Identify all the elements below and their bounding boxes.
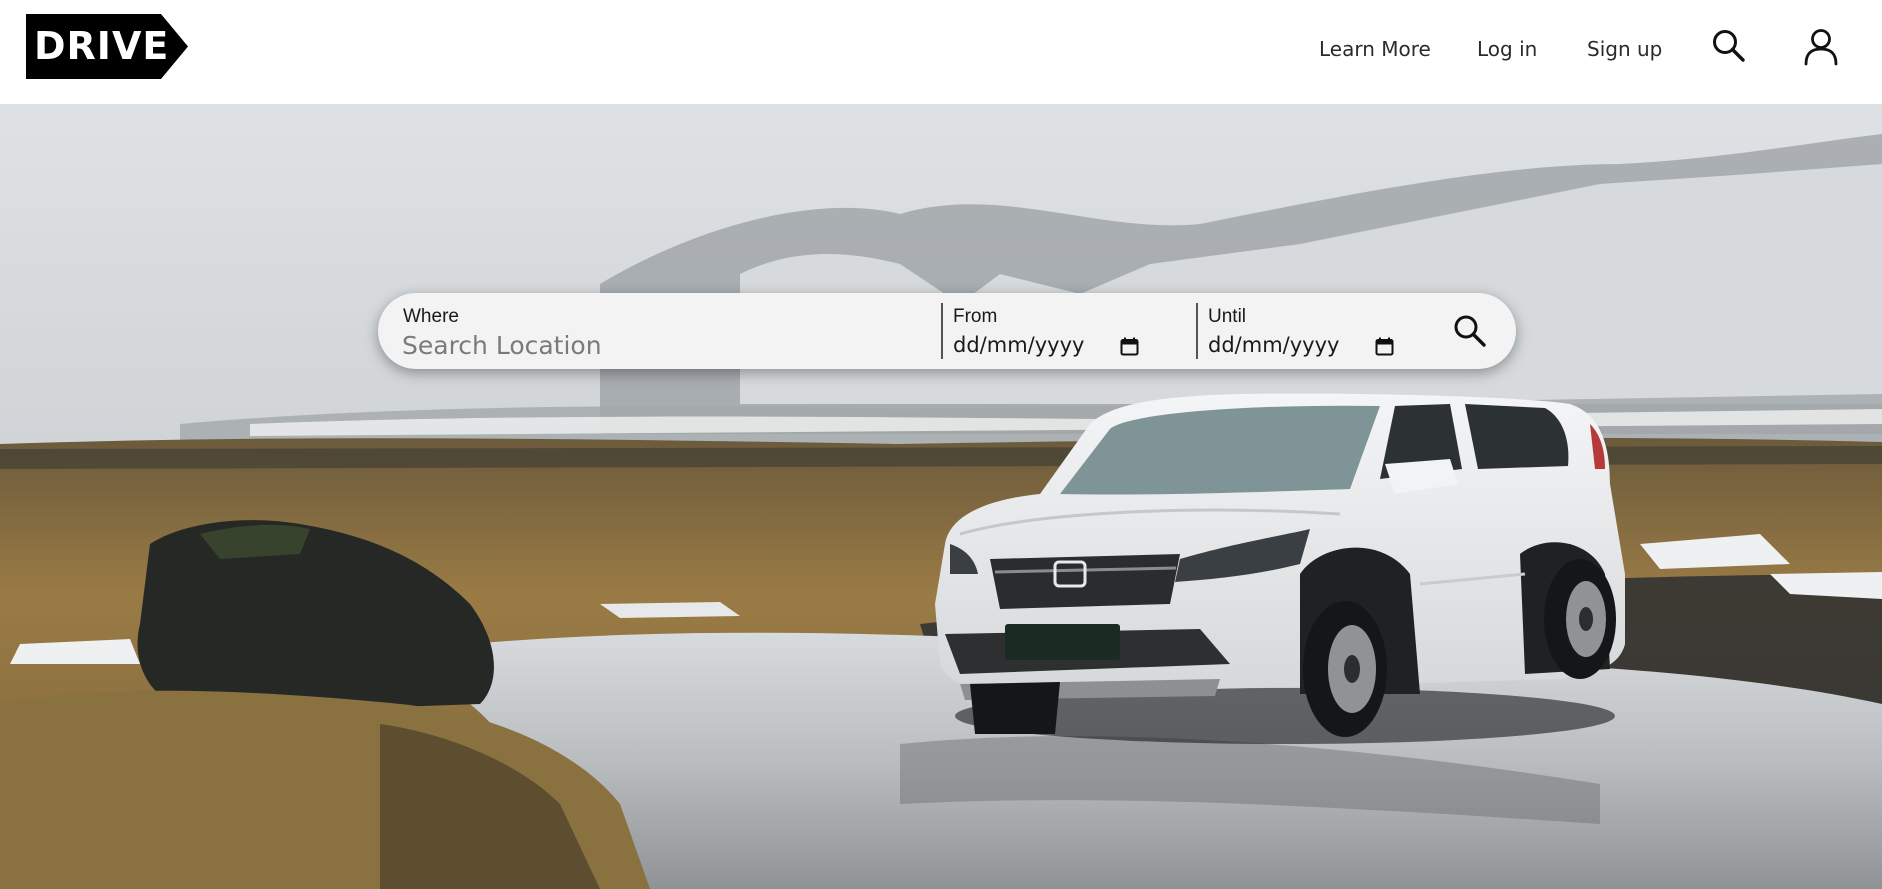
nav-log-in-link[interactable]: Log in: [1477, 34, 1537, 64]
search-bar: Where From dd/mm/yyyy Until dd/mm/yyyy: [378, 293, 1516, 369]
divider: [1196, 303, 1198, 359]
user-icon[interactable]: [1803, 28, 1839, 66]
divider: [941, 303, 943, 359]
location-input[interactable]: [402, 329, 932, 361]
nav-learn-more-link[interactable]: Learn More: [1319, 34, 1431, 64]
search-icon[interactable]: [1711, 28, 1747, 64]
from-label: From: [953, 306, 998, 327]
hero-scene: [0, 104, 1882, 889]
until-date-input[interactable]: dd/mm/yyyy: [1208, 330, 1339, 360]
search-submit-icon[interactable]: [1452, 313, 1488, 349]
hero-image: Where From dd/mm/yyyy Until dd/mm/yyyy: [0, 104, 1882, 889]
where-label: Where: [403, 306, 459, 327]
logo-text: DRIVE: [34, 24, 170, 68]
nav-sign-up-link[interactable]: Sign up: [1587, 34, 1662, 64]
drive-logo[interactable]: DRIVE: [26, 14, 188, 79]
site-header: DRIVE Learn More Log in Sign up: [0, 0, 1882, 104]
calendar-icon[interactable]: [1120, 337, 1139, 356]
calendar-icon[interactable]: [1375, 337, 1394, 356]
from-date-input[interactable]: dd/mm/yyyy: [953, 330, 1084, 360]
until-label: Until: [1208, 306, 1247, 327]
